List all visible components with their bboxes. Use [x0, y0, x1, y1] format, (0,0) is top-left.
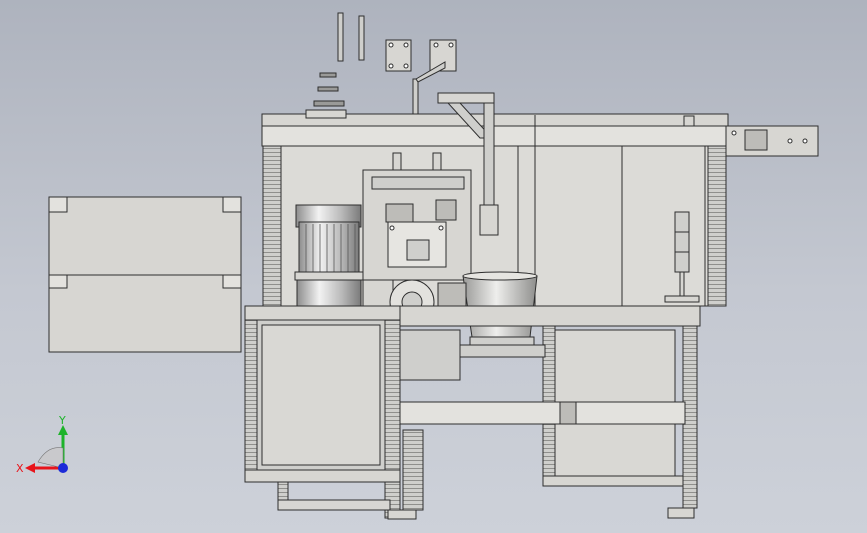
sphere-origin-icon: [58, 463, 68, 473]
cad-viewport[interactable]: Y X: [0, 0, 867, 533]
rotary-dial: [389, 279, 467, 381]
lower-frame-left: [244, 305, 417, 520]
orientation-triad: Y X: [16, 414, 68, 475]
x-axis-label: X: [16, 462, 24, 475]
guard-panel: [48, 196, 242, 353]
y-axis-label: Y: [58, 414, 66, 427]
side-bracket: [725, 125, 819, 157]
machine-assembly-model[interactable]: Y X: [0, 0, 867, 533]
x-axis-arrow: [25, 463, 35, 473]
center-mechanism: [362, 152, 472, 281]
